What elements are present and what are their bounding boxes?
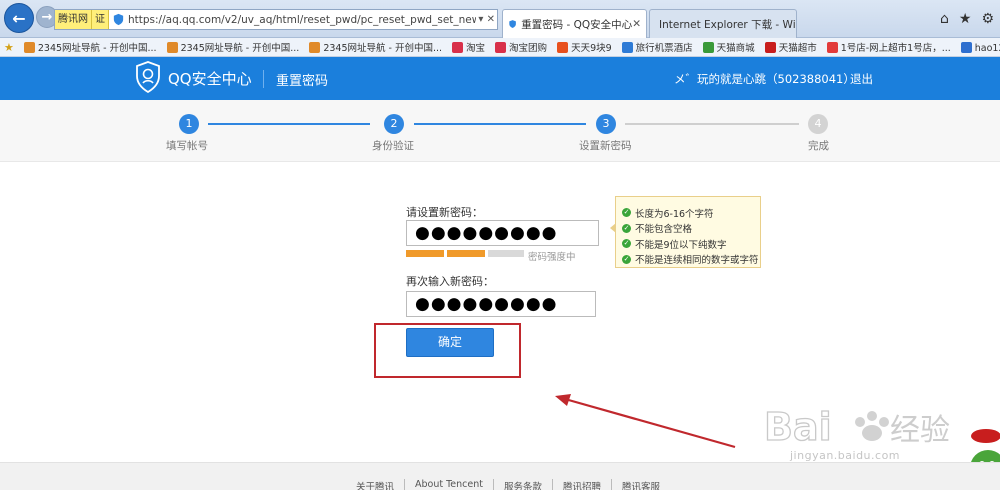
- rule-item: ✓ 长度为6-16个字符: [622, 208, 714, 220]
- browser-toolbar: ⌂ ★ ⚙: [940, 11, 994, 27]
- back-button[interactable]: ←: [4, 3, 34, 33]
- favorite-icon: [960, 41, 972, 53]
- check-icon: ✓: [622, 239, 631, 249]
- tab-close-icon[interactable]: ✕: [632, 18, 641, 30]
- favorite-item[interactable]: 天天9块9: [557, 40, 612, 54]
- favorite-icon: [621, 41, 633, 53]
- check-icon: ✓: [622, 254, 631, 264]
- step-connector: [625, 123, 799, 125]
- tab-label: Internet Explorer 下载 - Win...: [659, 18, 797, 31]
- rule-item: ✓ 不能包含空格: [622, 223, 693, 236]
- qq-shield-logo-icon[interactable]: [135, 61, 161, 93]
- favorite-item[interactable]: 天猫商城: [702, 40, 755, 54]
- strength-bar-segment: [447, 250, 485, 257]
- browser-window: ← → 腾讯网 证 https://aq.qq.com/v2/uv_aq/htm…: [0, 0, 1000, 490]
- gear-icon[interactable]: ⚙: [981, 11, 994, 27]
- svg-text:经验: 经验: [890, 413, 950, 448]
- site-header: QQ安全中心 重置密码 メ゛玩的就是心跳（502388041） 退出: [0, 57, 1000, 100]
- address-bar-row: ← → 腾讯网 证 https://aq.qq.com/v2/uv_aq/htm…: [0, 0, 1000, 38]
- step-1-label: 填写帐号: [166, 140, 208, 152]
- footer-link[interactable]: About Tencent: [405, 479, 494, 490]
- step-4-circle: 4: [808, 114, 828, 134]
- new-password-input[interactable]: ●●●●●●●●●: [406, 220, 599, 246]
- certificate-badge[interactable]: 证: [92, 10, 109, 29]
- rule-item: ✓ 不能是9位以下纯数字: [622, 239, 727, 251]
- favorite-icon: [309, 41, 321, 53]
- annotation-highlight-box: [374, 323, 521, 378]
- password-rules-tooltip: ✓ 长度为6-16个字符 ✓ 不能包含空格 ✓ 不能是9位以下纯数字 ✓ 不能是连续相同…: [610, 196, 761, 268]
- confirm-password-label: 再次输入新密码：: [406, 275, 494, 288]
- header-divider: [263, 70, 264, 88]
- step-4-label: 完成: [808, 140, 829, 152]
- favorite-item[interactable]: 淘宝团购: [495, 40, 547, 54]
- url-text[interactable]: https://aq.qq.com/v2/uv_aq/html/reset_pw…: [128, 14, 476, 26]
- step-3-circle: 3: [596, 114, 616, 134]
- footer-link[interactable]: 腾讯客服: [612, 479, 670, 490]
- footer-link[interactable]: 腾讯招聘: [553, 479, 613, 490]
- favorite-icon: [452, 41, 464, 53]
- watermark-url: jingyan.baidu.com: [790, 449, 901, 462]
- progress-steps: 1 2 3 4 填写帐号 身份验证 设置新密码 完成: [0, 100, 1000, 162]
- favorite-icon: [166, 41, 178, 53]
- favorite-item[interactable]: 1号店-网上超市1号店，...: [826, 40, 951, 54]
- step-2-label: 身份验证: [372, 140, 414, 152]
- favorite-item[interactable]: 2345网址导航 - 开创中国...: [23, 40, 157, 54]
- strength-text: 密码强度中: [528, 252, 576, 263]
- tab-reset-password[interactable]: 重置密码 - QQ安全中心 ✕: [502, 9, 647, 38]
- strength-bar-segment: [488, 250, 524, 257]
- favorite-item[interactable]: hao123上网导航: [960, 40, 1000, 54]
- user-account: メ゛玩的就是心跳（502388041）: [674, 72, 855, 86]
- tab-ie-download[interactable]: Internet Explorer 下载 - Win...: [649, 9, 797, 38]
- favorite-icon: [23, 41, 35, 53]
- check-icon: ✓: [622, 208, 631, 218]
- favorite-icon: [826, 41, 838, 53]
- favorite-icon: [495, 41, 507, 53]
- tab-shield-icon: [509, 20, 516, 28]
- footer-link[interactable]: 服务条款: [494, 479, 554, 490]
- favorite-item[interactable]: 旅行机票酒店: [621, 40, 693, 54]
- strength-bar-segment: [406, 250, 444, 257]
- brand-title[interactable]: QQ安全中心: [168, 68, 252, 89]
- favorite-item[interactable]: 天猫超市: [764, 40, 817, 54]
- page-footer: 关于腾讯 About Tencent 服务条款 腾讯招聘 腾讯客服: [0, 462, 1000, 490]
- page-title: 重置密码: [276, 74, 329, 89]
- tab-label: 重置密码 - QQ安全中心: [521, 18, 633, 31]
- check-icon: ✓: [622, 223, 631, 233]
- footer-link[interactable]: 关于腾讯: [356, 479, 406, 490]
- step-1-circle: 1: [179, 114, 199, 134]
- favorite-item[interactable]: 淘宝: [452, 40, 485, 54]
- step-connector: [414, 123, 586, 125]
- address-bar[interactable]: 腾讯网 证 https://aq.qq.com/v2/uv_aq/html/re…: [54, 9, 498, 30]
- step-3-label: 设置新密码: [579, 140, 632, 152]
- new-password-label: 请设置新密码：: [406, 206, 483, 219]
- confirm-password-input[interactable]: ●●●●●●●●●: [406, 291, 596, 317]
- rule-item: ✓ 不能是连续相同的数字或字符: [622, 254, 759, 267]
- logout-link[interactable]: 退出: [850, 71, 873, 87]
- annotation-arrow-icon: [555, 394, 736, 449]
- step-2-circle: 2: [384, 114, 404, 134]
- favorite-item[interactable]: 2345网址导航 - 开创中国...: [166, 40, 299, 54]
- favorite-icon: [557, 41, 569, 53]
- star-icon[interactable]: ★: [959, 11, 972, 27]
- svg-text:Bai: Bai: [764, 405, 832, 449]
- favorite-icon: [764, 41, 776, 53]
- site-badge: 腾讯网: [55, 10, 92, 29]
- favorites-bar: ★ 2345网址导航 - 开创中国... 2345网址导航 - 开创中国... …: [0, 38, 1000, 57]
- site-shield-icon: [113, 13, 124, 26]
- home-icon[interactable]: ⌂: [940, 11, 949, 27]
- favorites-star-icon[interactable]: ★: [4, 41, 14, 54]
- step-connector: [208, 123, 370, 125]
- favorite-icon: [702, 41, 714, 53]
- favorite-item[interactable]: 2345网址导航 - 开创中国...: [309, 40, 442, 54]
- url-controls[interactable]: ▾ ✕: [476, 14, 497, 25]
- footer-links: 关于腾讯 About Tencent 服务条款 腾讯招聘 腾讯客服: [356, 479, 670, 490]
